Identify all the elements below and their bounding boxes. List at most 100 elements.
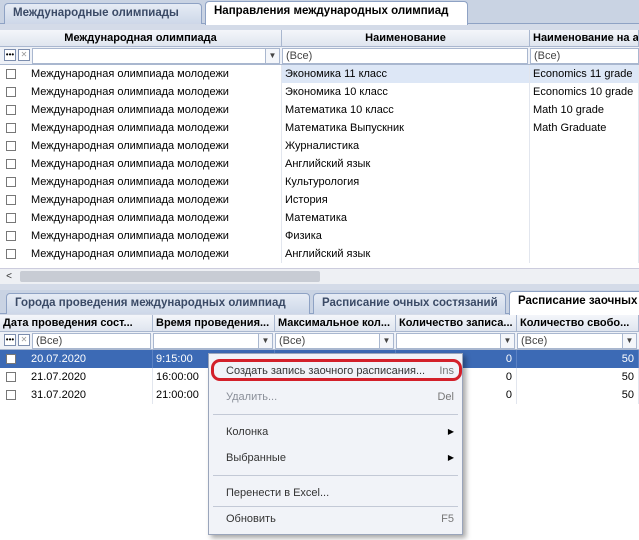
row-checkbox[interactable] xyxy=(6,195,16,205)
column-header-olympiad[interactable]: Международная олимпиада xyxy=(0,30,282,47)
scroll-left-icon[interactable]: < xyxy=(2,269,16,285)
filter-name[interactable]: (Все) xyxy=(282,48,528,64)
table-cell[interactable]: Math 10 grade xyxy=(530,101,639,119)
column-header-date[interactable]: Дата проведения сост... xyxy=(0,315,153,332)
table-cell[interactable]: Международная олимпиада молодежи xyxy=(28,227,282,245)
horizontal-scrollbar[interactable]: < xyxy=(0,268,639,284)
table-cell[interactable]: Английский язык xyxy=(282,155,530,173)
table-cell[interactable]: Международная олимпиада молодежи xyxy=(28,155,282,173)
filter-registered[interactable]: ▼ xyxy=(396,333,515,349)
row-checkbox[interactable] xyxy=(6,213,16,223)
table-cell[interactable]: 31.07.2020 xyxy=(28,386,153,404)
row-checkbox[interactable] xyxy=(6,141,16,151)
dropdown-icon[interactable]: ▼ xyxy=(258,334,272,348)
table-cell[interactable]: Международная олимпиада молодежи xyxy=(28,137,282,155)
table-cell[interactable] xyxy=(530,173,639,191)
row-checkbox[interactable] xyxy=(6,354,16,364)
row-checkbox[interactable] xyxy=(6,372,16,382)
filter-free[interactable]: (Все) ▼ xyxy=(517,333,637,349)
table-cell[interactable]: Международная олимпиада молодежи xyxy=(28,209,282,227)
filter-menu-icon[interactable]: ••• xyxy=(4,49,16,61)
table-cell[interactable] xyxy=(530,227,639,245)
table-cell[interactable]: Economics 11 grade xyxy=(530,65,639,83)
table-row[interactable]: Международная олимпиада молодежи Экономик… xyxy=(0,65,639,83)
row-checkbox[interactable] xyxy=(6,249,16,259)
menu-refresh[interactable]: Обновить F5 xyxy=(209,508,462,530)
filter-date[interactable]: (Все) xyxy=(32,333,151,349)
table-cell[interactable] xyxy=(530,209,639,227)
filter-olympiad[interactable]: ▼ xyxy=(32,48,280,64)
table-row[interactable]: Международная олимпиада молодежи Физика xyxy=(0,227,639,245)
table-cell[interactable]: Английский язык xyxy=(282,245,530,263)
table-row[interactable]: Международная олимпиада молодежи Экономик… xyxy=(0,83,639,101)
table-cell[interactable]: Economics 10 grade xyxy=(530,83,639,101)
filter-max[interactable]: (Все) ▼ xyxy=(275,333,394,349)
column-header-max[interactable]: Максимальное кол... xyxy=(275,315,396,332)
table-row[interactable]: Международная олимпиада молодежи Математи… xyxy=(0,119,639,137)
table-row[interactable]: Международная олимпиада молодежи Культуро… xyxy=(0,173,639,191)
menu-delete[interactable]: Удалить... Del xyxy=(209,386,462,408)
column-header-registered[interactable]: Количество записа... xyxy=(396,315,517,332)
menu-selected[interactable]: Выбранные ▶ xyxy=(209,447,462,469)
scroll-thumb[interactable] xyxy=(20,271,320,282)
filter-menu-icon[interactable]: ••• xyxy=(4,334,16,346)
dropdown-icon[interactable]: ▼ xyxy=(622,334,636,348)
dropdown-icon[interactable]: ▼ xyxy=(500,334,514,348)
table-cell[interactable] xyxy=(530,245,639,263)
column-header-name[interactable]: Наименование xyxy=(282,30,530,47)
table-row[interactable]: Международная олимпиада молодежи Журналис… xyxy=(0,137,639,155)
table-cell[interactable] xyxy=(530,137,639,155)
table-cell[interactable]: 50 xyxy=(517,368,639,386)
table-cell[interactable]: Экономика 10 класс xyxy=(282,83,530,101)
column-header-free[interactable]: Количество свобо... xyxy=(517,315,639,332)
table-cell[interactable]: Математика 10 класс xyxy=(282,101,530,119)
tab-olympiads[interactable]: Международные олимпиады xyxy=(4,3,202,24)
row-checkbox[interactable] xyxy=(6,159,16,169)
menu-export-excel[interactable]: Перенести в Excel... xyxy=(209,482,462,504)
table-cell[interactable] xyxy=(530,191,639,209)
row-checkbox[interactable] xyxy=(6,390,16,400)
row-checkbox[interactable] xyxy=(6,177,16,187)
tab-olympiad-directions[interactable]: Направления международных олимпиад xyxy=(205,1,468,25)
table-row[interactable]: Международная олимпиада молодежи История xyxy=(0,191,639,209)
table-cell[interactable]: Международная олимпиада молодежи xyxy=(28,173,282,191)
filter-clear-icon[interactable]: ✕ xyxy=(18,334,30,346)
table-cell[interactable]: 50 xyxy=(517,386,639,404)
table-cell[interactable]: Международная олимпиада молодежи xyxy=(28,245,282,263)
table-cell[interactable]: 50 xyxy=(517,350,639,368)
filter-name-en[interactable]: (Все) xyxy=(530,48,639,64)
column-header-time[interactable]: Время проведения... xyxy=(153,315,275,332)
row-checkbox[interactable] xyxy=(6,231,16,241)
table-cell[interactable]: 20.07.2020 xyxy=(28,350,153,368)
table-cell[interactable]: Математика Выпускник xyxy=(282,119,530,137)
tab-distance-schedule[interactable]: Расписание заочных xyxy=(509,291,639,315)
table-cell[interactable]: Международная олимпиада молодежи xyxy=(28,83,282,101)
table-cell[interactable]: Экономика 11 класс xyxy=(282,65,530,83)
row-checkbox[interactable] xyxy=(6,69,16,79)
table-cell[interactable]: Международная олимпиада молодежи xyxy=(28,119,282,137)
table-row[interactable]: Международная олимпиада молодежи Математи… xyxy=(0,101,639,119)
table-cell[interactable]: Культурология xyxy=(282,173,530,191)
table-cell[interactable]: Международная олимпиада молодежи xyxy=(28,101,282,119)
dropdown-icon[interactable]: ▼ xyxy=(265,49,279,63)
table-cell[interactable]: Международная олимпиада молодежи xyxy=(28,65,282,83)
table-cell[interactable]: Журналистика xyxy=(282,137,530,155)
dropdown-icon[interactable]: ▼ xyxy=(379,334,393,348)
table-cell[interactable] xyxy=(530,155,639,173)
filter-time[interactable]: ▼ xyxy=(153,333,273,349)
table-cell[interactable]: Физика xyxy=(282,227,530,245)
table-row[interactable]: Международная олимпиада молодежи Английск… xyxy=(0,245,639,263)
table-cell[interactable]: Математика xyxy=(282,209,530,227)
column-header-name-en[interactable]: Наименование на а xyxy=(530,30,639,47)
table-cell[interactable]: История xyxy=(282,191,530,209)
tab-cities[interactable]: Города проведения международных олимпиад xyxy=(6,293,310,314)
table-cell[interactable]: Math Graduate xyxy=(530,119,639,137)
row-checkbox[interactable] xyxy=(6,123,16,133)
table-cell[interactable]: 21.07.2020 xyxy=(28,368,153,386)
row-checkbox[interactable] xyxy=(6,105,16,115)
menu-column[interactable]: Колонка ▶ xyxy=(209,421,462,443)
tab-in-person-schedule[interactable]: Расписание очных состязаний xyxy=(313,293,506,314)
table-cell[interactable]: Международная олимпиада молодежи xyxy=(28,191,282,209)
filter-clear-icon[interactable]: ✕ xyxy=(18,49,30,61)
table-row[interactable]: Международная олимпиада молодежи Математи… xyxy=(0,209,639,227)
